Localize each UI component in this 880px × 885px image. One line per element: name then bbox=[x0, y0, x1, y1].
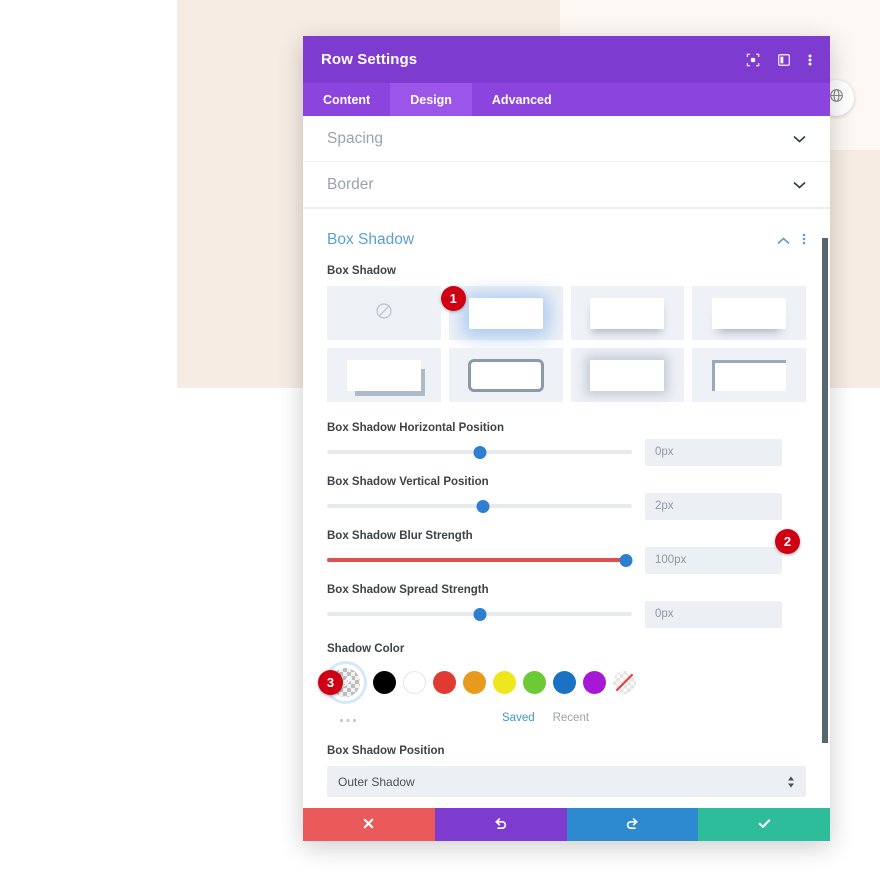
section-border[interactable]: Border bbox=[303, 162, 830, 208]
preset-drop-wide[interactable] bbox=[692, 286, 806, 340]
slider-horizontal-position-label: Box Shadow Horizontal Position bbox=[327, 422, 504, 434]
preset-drop-soft[interactable] bbox=[570, 286, 685, 340]
tab-recent-colors[interactable]: Recent bbox=[553, 712, 589, 724]
shadow-color-swatch-row: 3 bbox=[318, 664, 806, 701]
slider-spread-strength-label: Box Shadow Spread Strength bbox=[327, 584, 489, 596]
preset-offset-solid[interactable] bbox=[327, 348, 441, 402]
box-shadow-position-value: Outer Shadow bbox=[338, 774, 415, 789]
slider-horizontal-position-track[interactable] bbox=[327, 443, 632, 461]
input-vertical-position[interactable]: 2px bbox=[645, 492, 782, 520]
preset-glow[interactable]: 1 bbox=[440, 286, 563, 340]
section-spacing-label: Spacing bbox=[327, 129, 384, 147]
undo-button[interactable] bbox=[434, 808, 567, 841]
preset-blur-all[interactable] bbox=[570, 348, 685, 402]
swatch-orange[interactable] bbox=[463, 671, 486, 694]
close-icon bbox=[362, 817, 375, 833]
annotation-badge-3: 3 bbox=[318, 670, 343, 695]
preset-outline-swatch bbox=[467, 358, 544, 392]
swatch-blue[interactable] bbox=[553, 671, 576, 694]
preset-none[interactable] bbox=[327, 286, 441, 340]
swatch-black[interactable] bbox=[373, 671, 396, 694]
page-root: Row Settings Content Design Advanced Spa… bbox=[0, 0, 880, 885]
shadow-color-label: Shadow Color bbox=[327, 643, 405, 655]
slider-blur-strength-track[interactable] bbox=[327, 551, 633, 569]
preset-drop-soft-swatch bbox=[590, 297, 665, 329]
preset-inset[interactable] bbox=[692, 348, 806, 402]
redo-button[interactable] bbox=[566, 808, 699, 841]
modal-scrollbar[interactable] bbox=[822, 238, 828, 743]
swatch-transparent[interactable] bbox=[613, 671, 636, 694]
tab-advanced[interactable]: Advanced bbox=[472, 83, 572, 116]
modal-tab-bar: Content Design Advanced bbox=[303, 83, 830, 116]
preset-inset-swatch bbox=[712, 359, 787, 391]
box-shadow-position-label: Box Shadow Position bbox=[327, 745, 445, 757]
annotation-badge-2: 2 bbox=[775, 529, 800, 554]
page-title: Row Settings bbox=[321, 51, 418, 68]
tab-saved-colors[interactable]: Saved bbox=[502, 712, 535, 724]
row-settings-modal: Row Settings Content Design Advanced Spa… bbox=[303, 36, 830, 841]
more-vertical-icon[interactable] bbox=[808, 52, 812, 68]
swatch-green[interactable] bbox=[523, 671, 546, 694]
slider-vertical-position-label: Box Shadow Vertical Position bbox=[327, 476, 489, 488]
tab-design[interactable]: Design bbox=[390, 83, 472, 116]
fullscreen-icon[interactable] bbox=[746, 53, 760, 67]
globe-icon bbox=[829, 88, 844, 108]
slider-spread-strength: Box Shadow Spread Strength 0px bbox=[327, 584, 806, 628]
modal-header: Row Settings bbox=[303, 36, 830, 83]
box-shadow-position-select[interactable]: Outer Shadow bbox=[327, 766, 806, 797]
cancel-button[interactable] bbox=[303, 808, 435, 841]
input-spread-strength[interactable]: 0px bbox=[645, 600, 782, 628]
layout-columns-icon[interactable] bbox=[777, 53, 791, 67]
no-shadow-icon bbox=[375, 302, 393, 324]
slider-spread-strength-track[interactable] bbox=[327, 605, 632, 623]
slider-blur-strength: Box Shadow Blur Strength 100px 2 bbox=[327, 529, 806, 574]
more-vertical-icon[interactable] bbox=[802, 232, 806, 249]
save-button[interactable] bbox=[698, 808, 830, 841]
chevron-down-icon bbox=[793, 178, 806, 191]
section-spacing[interactable]: Spacing bbox=[303, 116, 830, 162]
slider-horizontal-position: Box Shadow Horizontal Position 0px bbox=[327, 422, 806, 466]
section-box-shadow-header[interactable]: Box Shadow bbox=[327, 231, 806, 249]
annotation-badge-1: 1 bbox=[440, 286, 466, 311]
box-shadow-position-group: Box Shadow Position Outer Shadow bbox=[327, 745, 806, 797]
box-shadow-preset-label: Box Shadow bbox=[327, 265, 397, 277]
preset-glow-swatch bbox=[468, 297, 543, 329]
slider-vertical-position-track[interactable] bbox=[327, 497, 632, 515]
chevron-up-icon[interactable] bbox=[777, 233, 790, 248]
slider-vertical-position: Box Shadow Vertical Position 2px bbox=[327, 476, 806, 520]
tab-content[interactable]: Content bbox=[303, 83, 390, 116]
slider-blur-strength-label: Box Shadow Blur Strength bbox=[327, 530, 473, 542]
slider-vertical-position-knob[interactable] bbox=[476, 499, 490, 513]
slider-horizontal-position-knob[interactable] bbox=[473, 445, 486, 459]
input-horizontal-position[interactable]: 0px bbox=[645, 438, 782, 466]
preset-drop-wide-swatch bbox=[712, 297, 787, 329]
preset-outline[interactable] bbox=[448, 348, 563, 402]
saved-recent-tabs: Saved Recent bbox=[502, 712, 589, 724]
slider-spread-strength-knob[interactable] bbox=[473, 607, 486, 621]
swatch-white[interactable] bbox=[403, 671, 426, 694]
shadow-color-footer-row: Saved Recent bbox=[327, 709, 806, 727]
modal-footer bbox=[303, 808, 830, 841]
slider-blur-strength-knob[interactable] bbox=[619, 553, 633, 567]
input-blur-strength[interactable]: 100px bbox=[645, 546, 782, 574]
modal-body: Spacing Border Box Shadow Box Shadow 1 B… bbox=[303, 116, 830, 808]
swatch-purple[interactable] bbox=[583, 671, 606, 694]
chevron-down-icon bbox=[793, 132, 806, 145]
slider-track-fill bbox=[327, 558, 626, 562]
check-icon bbox=[757, 816, 772, 834]
preset-blur-all-swatch bbox=[590, 359, 665, 391]
header-icon-group bbox=[746, 52, 812, 68]
redo-icon bbox=[625, 816, 640, 834]
more-horizontal-icon[interactable] bbox=[339, 711, 359, 726]
swatch-yellow[interactable] bbox=[493, 671, 516, 694]
section-border-label: Border bbox=[327, 175, 374, 193]
section-box-shadow: Box Shadow Box Shadow 1 Box Shadow Horiz… bbox=[303, 208, 830, 797]
box-shadow-preset-grid: 1 bbox=[327, 286, 806, 402]
section-box-shadow-label: Box Shadow bbox=[327, 231, 415, 248]
preset-offset-solid-swatch bbox=[346, 359, 421, 391]
swatch-red[interactable] bbox=[433, 671, 456, 694]
select-arrows-icon bbox=[787, 775, 795, 789]
shadow-color-group: Shadow Color 3 Saved Recent bbox=[318, 643, 806, 727]
undo-icon bbox=[493, 816, 508, 834]
